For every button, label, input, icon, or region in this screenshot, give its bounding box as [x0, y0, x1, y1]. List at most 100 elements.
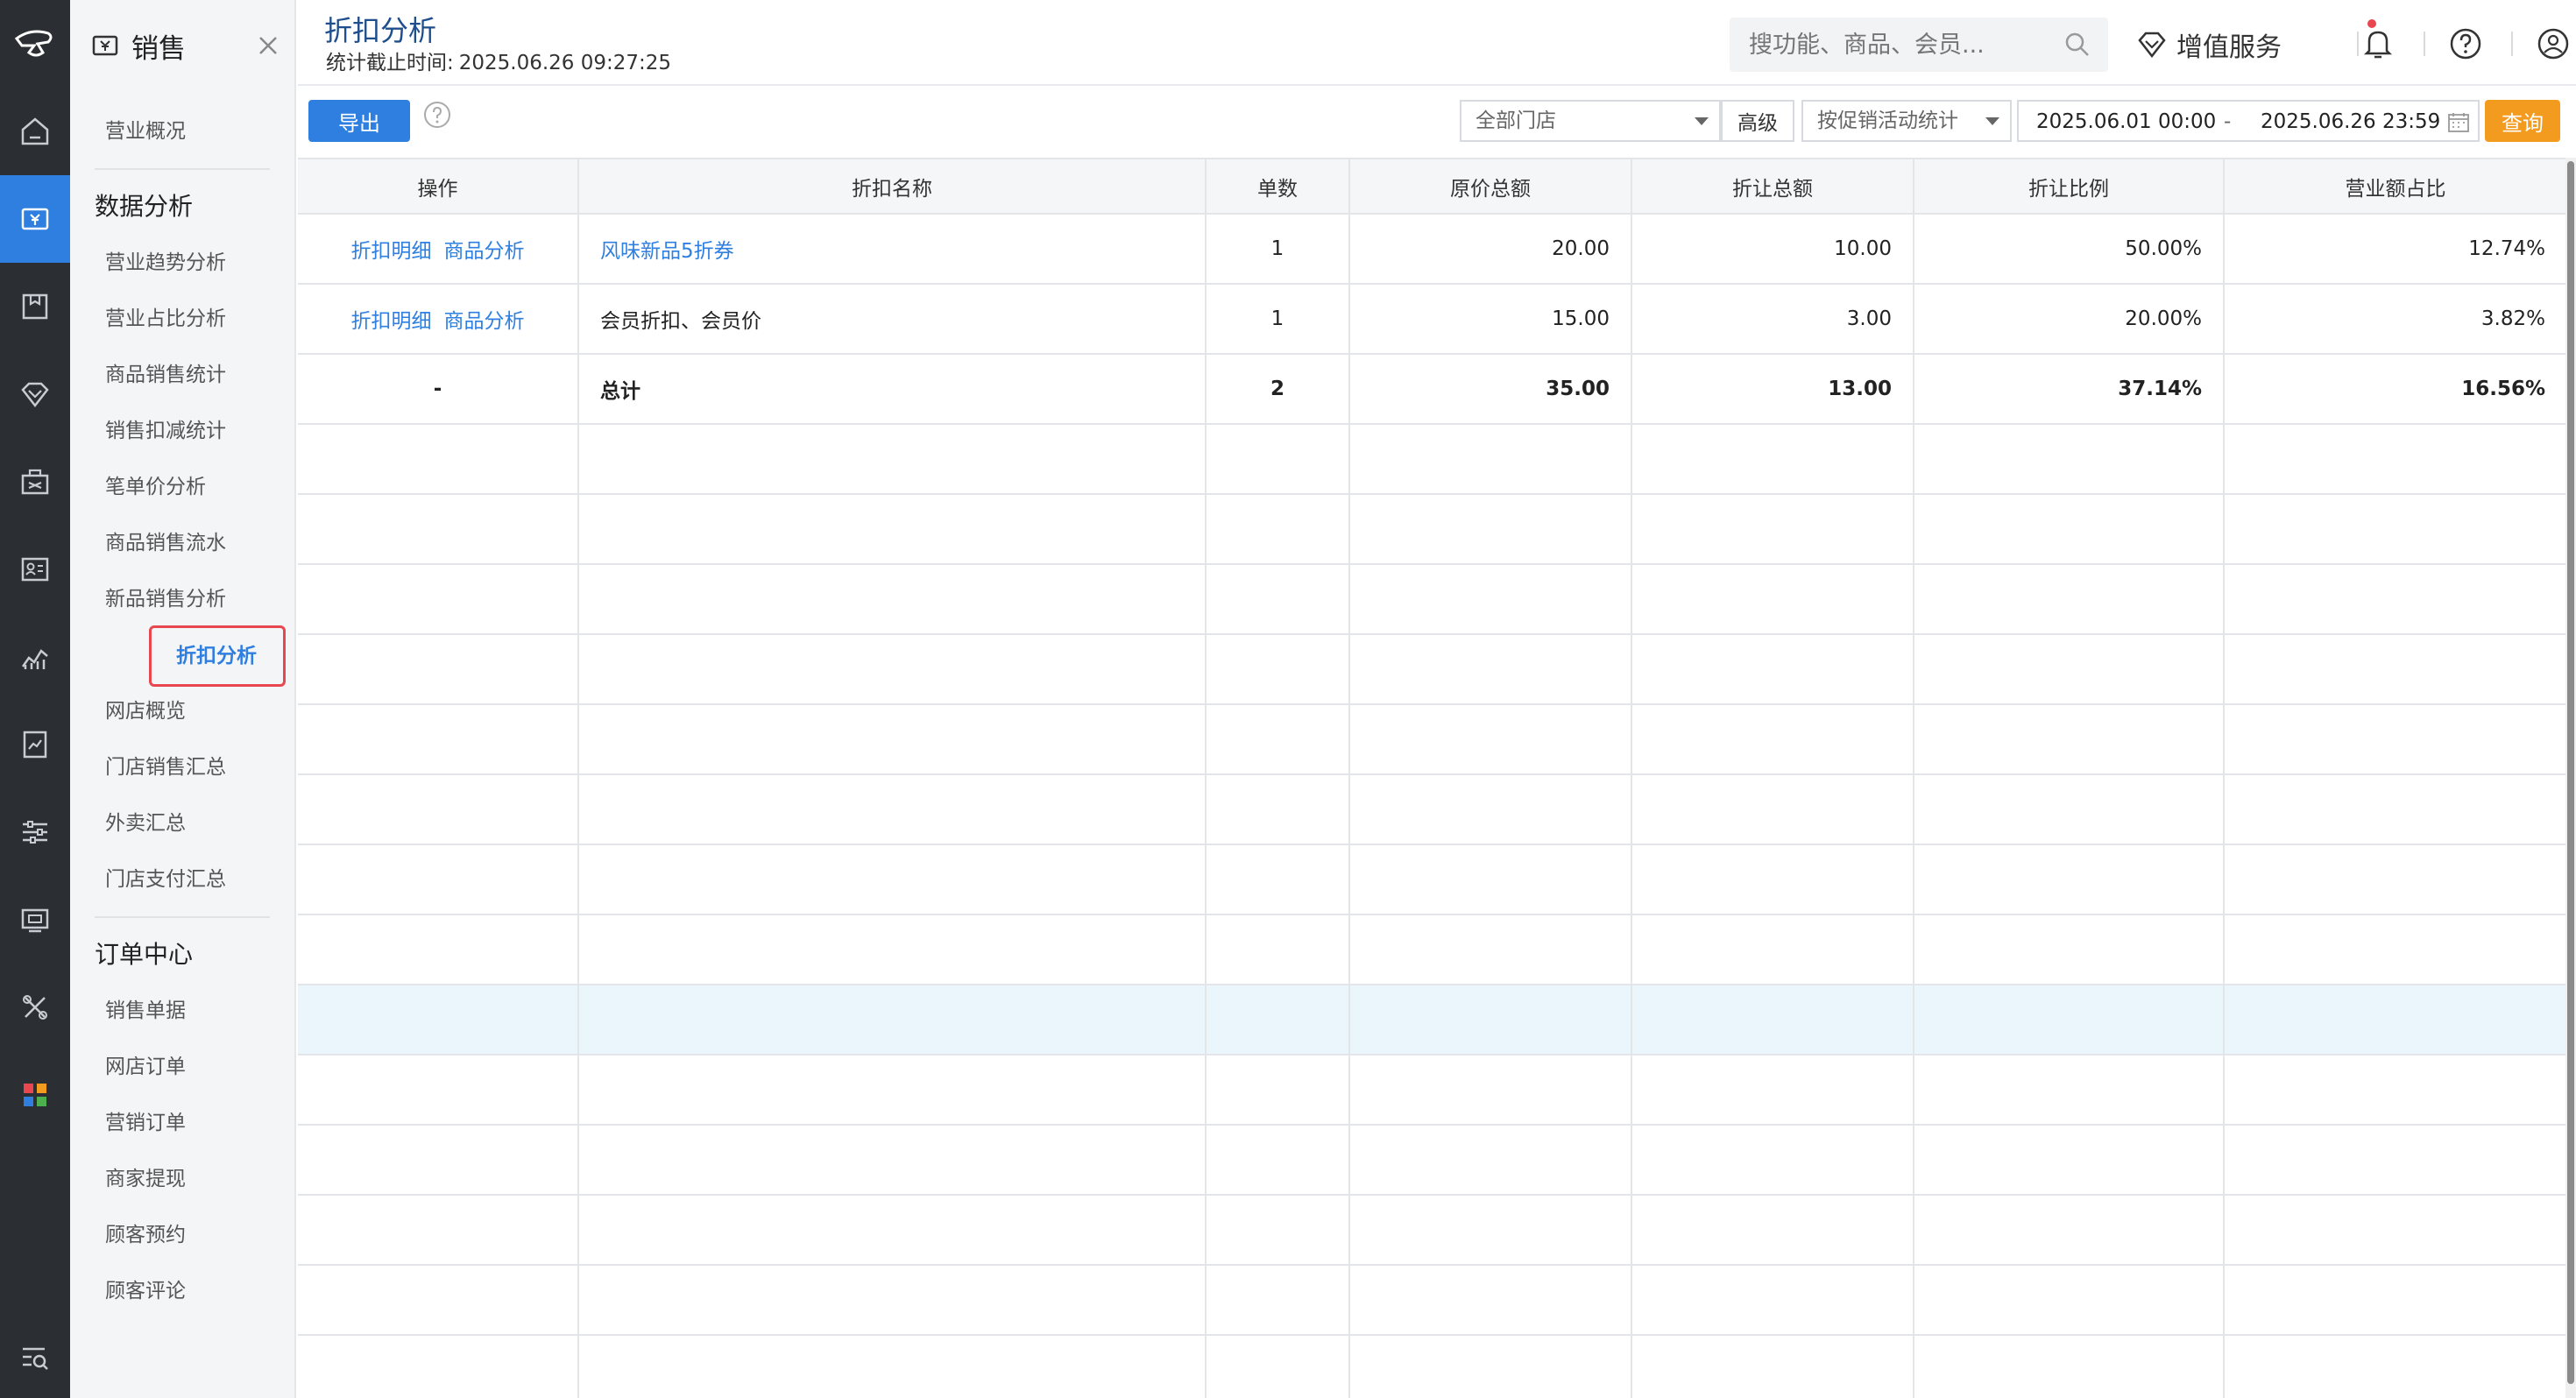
help-icon[interactable]: [2446, 25, 2485, 63]
search-menu-icon[interactable]: [0, 1314, 70, 1398]
sidebar-item-sales-docs[interactable]: 销售单据: [105, 993, 186, 1028]
tools-icon[interactable]: [0, 964, 70, 1051]
sidebar-item-goods-sales[interactable]: 商品销售统计: [105, 357, 226, 392]
goods-analysis-link[interactable]: 商品分析: [444, 240, 525, 263]
empty-row: [298, 634, 2567, 705]
vertical-scrollbar[interactable]: [2565, 158, 2576, 1398]
sidebar-item-share[interactable]: 营业占比分析: [105, 301, 226, 336]
sidebar-item-online-orders[interactable]: 网店订单: [105, 1049, 186, 1084]
orig-total-cell: 15.00: [1349, 284, 1632, 355]
help-icon[interactable]: [422, 100, 452, 130]
revenue-share-cell: 3.82%: [2224, 284, 2567, 355]
column-header[interactable]: 折让比例: [1914, 159, 2225, 215]
submenu-title: 销售: [131, 32, 186, 65]
empty-row: [298, 494, 2567, 565]
stat-mode-select[interactable]: 按促销活动统计: [1801, 100, 2012, 142]
discount-total-cell: 3.00: [1631, 284, 1914, 355]
empty-row: [298, 1195, 2567, 1266]
value-added-service-button[interactable]: 增值服务: [2134, 21, 2282, 68]
left-rail: [0, 0, 70, 1398]
count-cell: 2: [1206, 354, 1350, 425]
search-input[interactable]: [1749, 28, 2047, 61]
marketing-icon[interactable]: [0, 438, 70, 526]
discount-ratio-cell: 37.14%: [1914, 354, 2225, 425]
goods-analysis-link[interactable]: 商品分析: [444, 310, 525, 333]
discount-name-cell: 总计: [578, 354, 1207, 425]
home-icon[interactable]: [0, 88, 70, 175]
sidebar-item-booking[interactable]: 顾客预约: [105, 1218, 186, 1253]
empty-row: [298, 774, 2567, 845]
date-end[interactable]: 2025.06.26 23:59: [2261, 110, 2440, 133]
table-row: 折扣明细 商品分析 会员折扣、会员价 1 15.00 3.00 20.00% 3.…: [298, 284, 2567, 355]
apps-icon[interactable]: [0, 1051, 70, 1139]
staff-icon[interactable]: [0, 526, 70, 613]
submenu-header: 销售: [91, 23, 284, 68]
hovered-row: [298, 985, 2567, 1056]
export-button[interactable]: 导出: [308, 100, 410, 142]
bell-icon[interactable]: [2359, 25, 2397, 63]
sidebar-item-discount-analysis[interactable]: 折扣分析: [149, 625, 286, 687]
discount-table: 操作 折扣名称 单数 原价总额 折让总额 折让比例 营业额占比 折扣明细 商品分析…: [298, 158, 2567, 1398]
sidebar-item-new-goods[interactable]: 新品销售分析: [105, 582, 226, 617]
sidebar-item-store-summary[interactable]: 门店销售汇总: [105, 750, 226, 785]
discount-detail-link[interactable]: 折扣明细: [351, 310, 432, 333]
query-button[interactable]: 查询: [2485, 100, 2560, 142]
date-range-picker[interactable]: 2025.06.01 00:00 - 2025.06.26 23:59: [2017, 100, 2480, 142]
sidebar-item-deduction[interactable]: 销售扣减统计: [105, 413, 226, 448]
page-header: 折扣分析 统计截止时间:2025.06.26 09:27:25 增值服务: [298, 0, 2576, 86]
discount-detail-link[interactable]: 折扣明细: [351, 240, 432, 263]
sidebar-item-marketing-orders[interactable]: 营销订单: [105, 1105, 186, 1140]
discount-name-cell: 会员折扣、会员价: [578, 284, 1207, 355]
finance-icon[interactable]: [0, 701, 70, 788]
sidebar-item-takeout[interactable]: 外卖汇总: [105, 806, 186, 841]
actions-cell: 折扣明细 商品分析: [298, 284, 579, 355]
column-header[interactable]: 操作: [298, 159, 579, 215]
sidebar-item-overview[interactable]: 营业概况: [105, 114, 186, 149]
column-header[interactable]: 原价总额: [1349, 159, 1632, 215]
subtitle-label: 统计截止时间:: [326, 52, 454, 74]
sales-icon: [92, 35, 118, 56]
logo-icon[interactable]: [0, 0, 70, 88]
orig-total-cell: 20.00: [1349, 214, 1632, 285]
orig-total-cell: 35.00: [1349, 354, 1632, 425]
sidebar-item-trend[interactable]: 营业趋势分析: [105, 245, 226, 280]
chevron-down-icon: [1985, 117, 1999, 125]
advanced-button[interactable]: 高级: [1721, 100, 1794, 142]
count-cell: 1: [1206, 284, 1350, 355]
device-icon[interactable]: [0, 876, 70, 964]
sidebar-item-online-overview[interactable]: 网店概览: [105, 694, 186, 729]
actions-cell: -: [298, 354, 579, 425]
page-subtitle: 统计截止时间: 2025.06.26 09:27:25: [326, 46, 671, 75]
member-icon[interactable]: [0, 350, 70, 438]
goods-icon[interactable]: [0, 263, 70, 350]
sidebar-item-reviews[interactable]: 顾客评论: [105, 1274, 186, 1309]
column-header[interactable]: 折让总额: [1631, 159, 1914, 215]
discount-ratio-cell: 20.00%: [1914, 284, 2225, 355]
stat-mode-value: 按促销活动统计: [1817, 109, 1958, 132]
table-row: 折扣明细 商品分析 风味新品5折券 1 20.00 10.00 50.00% 12…: [298, 214, 2567, 285]
notification-dot: [2367, 19, 2376, 28]
sidebar-item-payment-summary[interactable]: 门店支付汇总: [105, 862, 226, 897]
divider: [2424, 32, 2425, 56]
date-start[interactable]: 2025.06.01 00:00: [2036, 110, 2216, 133]
submenu-panel: 销售 营业概况 数据分析 营业趋势分析 营业占比分析 商品销售统计 销售扣减统计…: [70, 0, 296, 1398]
calendar-icon[interactable]: [2446, 110, 2471, 135]
sidebar-item-avg-price[interactable]: 笔单价分析: [105, 470, 206, 505]
sidebar-item-withdraw[interactable]: 商家提现: [105, 1161, 186, 1197]
column-header[interactable]: 营业额占比: [2224, 159, 2567, 215]
search-icon[interactable]: [2063, 30, 2092, 60]
user-icon[interactable]: [2534, 25, 2572, 63]
sidebar-item-sales-flow[interactable]: 商品销售流水: [105, 526, 226, 561]
column-header[interactable]: 单数: [1206, 159, 1350, 215]
discount-name-link[interactable]: 风味新品5折券: [600, 240, 734, 263]
scrollbar-thumb[interactable]: [2567, 161, 2574, 1384]
settings-icon[interactable]: [0, 788, 70, 876]
report-icon[interactable]: [0, 613, 70, 701]
sales-icon[interactable]: [0, 175, 70, 263]
group-order-center: 订单中心: [95, 940, 194, 969]
close-icon[interactable]: [252, 30, 284, 61]
column-header[interactable]: 折扣名称: [578, 159, 1207, 215]
store-select[interactable]: 全部门店: [1460, 100, 1721, 142]
diamond-icon: [2138, 32, 2166, 59]
empty-row: [298, 914, 2567, 985]
